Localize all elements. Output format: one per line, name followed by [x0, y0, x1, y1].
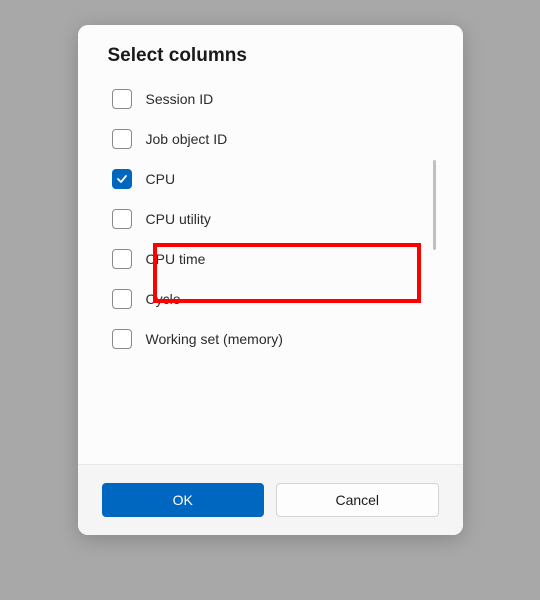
option-cpu-time[interactable]: CPU time: [108, 239, 433, 279]
dialog-footer: OK Cancel: [78, 464, 463, 535]
option-label: Session ID: [146, 91, 214, 107]
checkbox-cpu-utility[interactable]: [112, 209, 132, 229]
checkbox-cpu-time[interactable]: [112, 249, 132, 269]
dialog-body: Select columns Session ID Job object ID …: [78, 25, 463, 464]
option-cycle[interactable]: Cycle: [108, 279, 433, 319]
option-label: Job object ID: [146, 131, 228, 147]
checkbox-cpu[interactable]: [112, 169, 132, 189]
checkbox-session-id[interactable]: [112, 89, 132, 109]
option-label: CPU utility: [146, 211, 211, 227]
checkbox-job-object-id[interactable]: [112, 129, 132, 149]
option-label: Working set (memory): [146, 331, 283, 347]
option-working-set[interactable]: Working set (memory): [108, 319, 433, 359]
option-job-object-id[interactable]: Job object ID: [108, 119, 433, 159]
option-cpu[interactable]: CPU: [108, 159, 433, 199]
option-label: CPU: [146, 171, 176, 187]
check-icon: [116, 173, 128, 185]
option-session-id[interactable]: Session ID: [108, 79, 433, 119]
option-label: Cycle: [146, 291, 181, 307]
option-cpu-utility[interactable]: CPU utility: [108, 199, 433, 239]
cancel-button[interactable]: Cancel: [276, 483, 439, 517]
option-label: CPU time: [146, 251, 206, 267]
ok-button[interactable]: OK: [102, 483, 265, 517]
checkbox-working-set[interactable]: [112, 329, 132, 349]
checkbox-cycle[interactable]: [112, 289, 132, 309]
dialog-title: Select columns: [108, 45, 433, 67]
select-columns-dialog: Select columns Session ID Job object ID …: [78, 25, 463, 535]
